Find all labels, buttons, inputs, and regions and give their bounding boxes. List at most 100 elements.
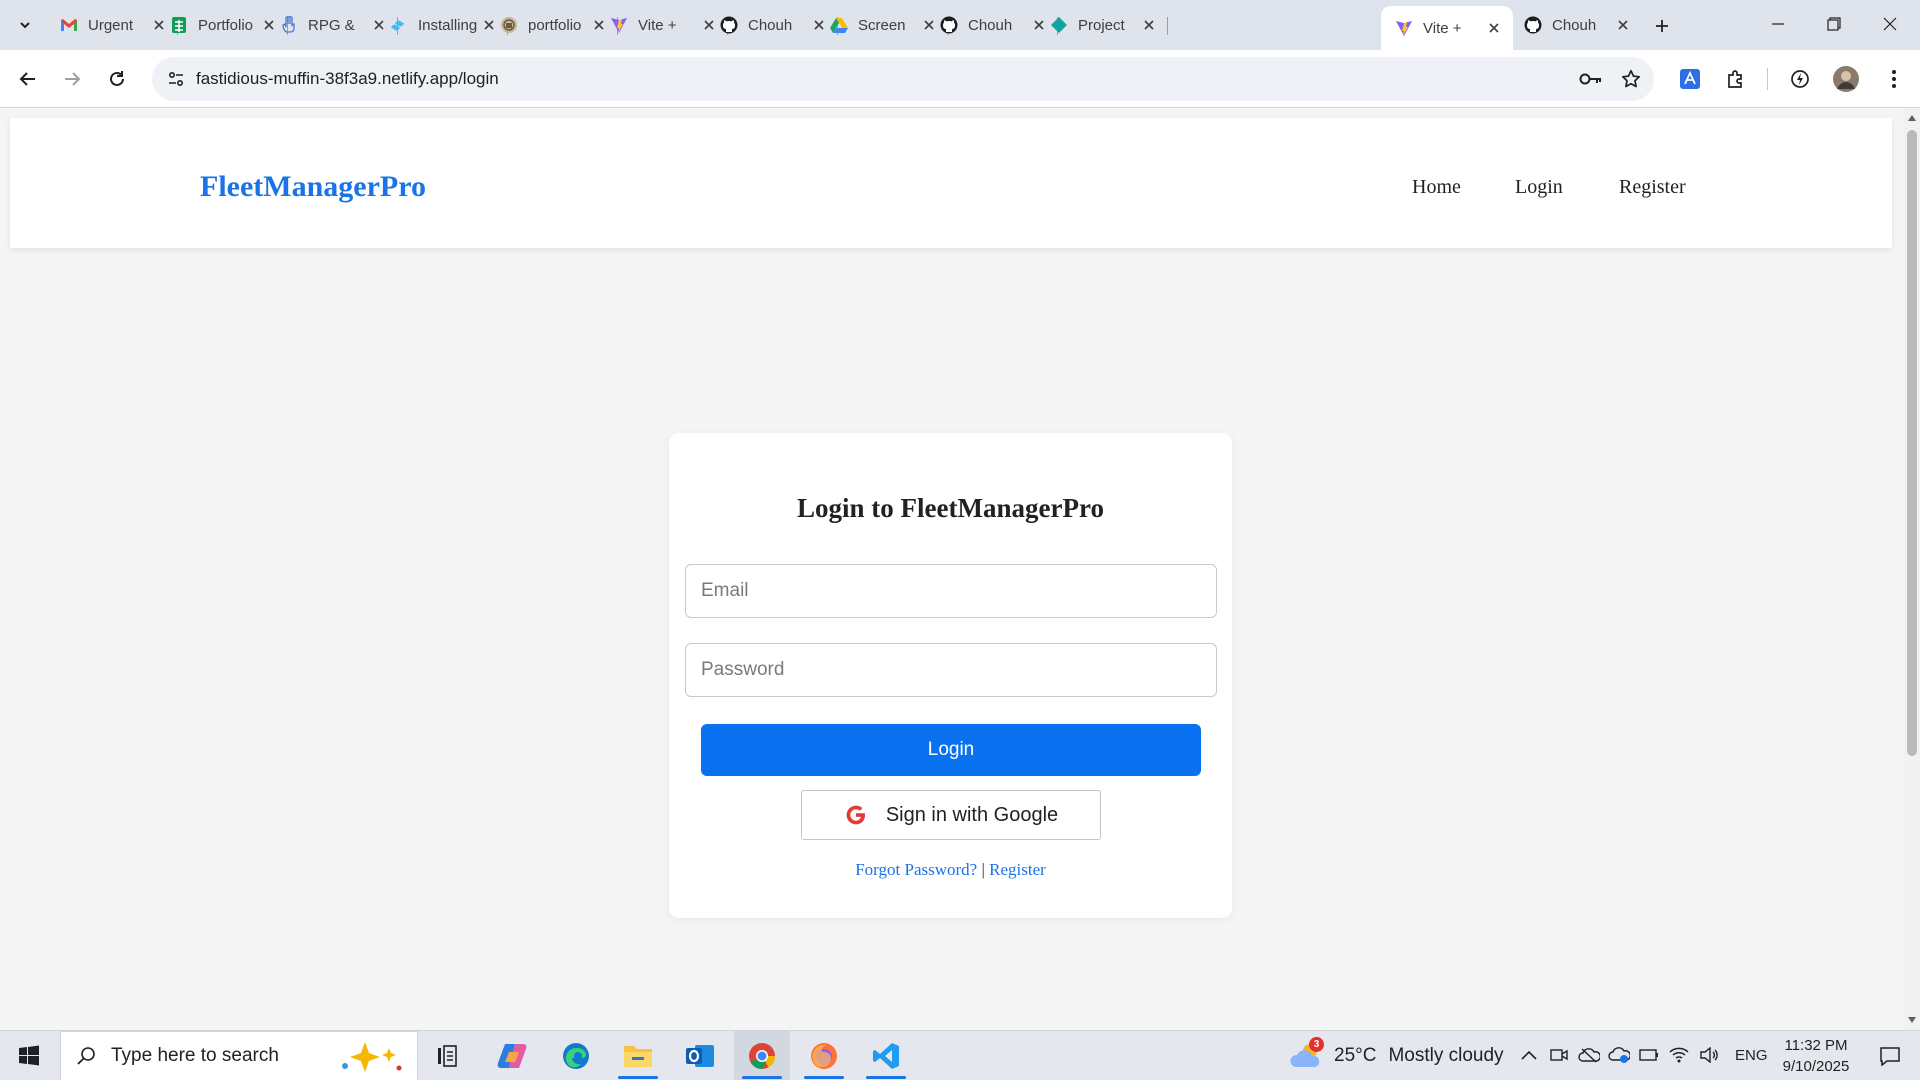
weather-condition: Mostly cloudy — [1388, 1045, 1504, 1066]
taskbar-vscode[interactable] — [858, 1031, 914, 1080]
address-bar[interactable]: fastidious-muffin-38f3a9.netlify.app/log… — [152, 57, 1654, 101]
wifi-icon[interactable] — [1668, 1044, 1690, 1066]
google-signin-button[interactable]: Sign in with Google — [801, 790, 1101, 840]
chrome-icon — [749, 1043, 776, 1070]
battery-icon[interactable] — [1638, 1044, 1660, 1066]
password-field[interactable] — [685, 643, 1217, 697]
close-icon — [1883, 17, 1897, 31]
speaker-icon[interactable] — [1698, 1044, 1720, 1066]
google-icon — [844, 803, 868, 827]
tab-title: RPG & — [308, 16, 355, 34]
login-title: Login to FleetManagerPro — [797, 493, 1104, 523]
forgot-password-link[interactable]: Forgot Password? — [855, 860, 977, 879]
minimize-icon — [1772, 23, 1784, 25]
close-icon[interactable] — [1140, 16, 1158, 34]
close-window-button[interactable] — [1862, 0, 1918, 48]
tab-9[interactable]: Project — [1036, 6, 1168, 44]
scroll-up-arrow-icon[interactable] — [1907, 113, 1917, 123]
minimize-button[interactable] — [1750, 0, 1806, 48]
login-button[interactable]: Login — [701, 724, 1201, 776]
new-tab-button[interactable] — [1648, 12, 1676, 40]
scrollbar-thumb[interactable] — [1907, 130, 1917, 756]
email-field[interactable] — [685, 564, 1217, 618]
copilot-icon — [497, 1044, 527, 1068]
page-viewport: FleetManagerPro Home Login Register Logi… — [0, 108, 1904, 1030]
taskbar-chrome[interactable] — [734, 1031, 790, 1080]
chevron-down-icon — [20, 22, 30, 29]
menu-button[interactable] — [1876, 61, 1912, 97]
github-icon — [1524, 16, 1542, 34]
tab-11[interactable]: Chouh — [1510, 6, 1642, 44]
profile-button[interactable] — [1828, 61, 1864, 97]
extensions-button[interactable] — [1718, 61, 1754, 97]
arrow-left-icon — [19, 72, 35, 86]
nav-register-link[interactable]: Register — [1619, 176, 1686, 199]
sheets-icon — [170, 16, 188, 34]
windows-logo-icon — [19, 1045, 39, 1066]
tab-title: Vite + — [1423, 19, 1462, 37]
input-language[interactable]: ENG — [1735, 1047, 1768, 1064]
gmail-icon — [60, 16, 78, 34]
performance-button[interactable] — [1782, 61, 1818, 97]
page-scrollbar[interactable] — [1904, 108, 1920, 1030]
notification-center-button[interactable] — [1862, 1031, 1918, 1080]
onedrive-sync-icon[interactable] — [1608, 1044, 1630, 1066]
onedrive-icon[interactable] — [1578, 1044, 1600, 1066]
vite-icon — [610, 16, 628, 34]
firefox-icon — [811, 1043, 837, 1069]
tray-overflow-chevron-up-icon[interactable] — [1518, 1044, 1540, 1066]
windows-taskbar: Type here to search 3 25°C Mostly cloudy — [0, 1030, 1920, 1080]
restore-icon — [1827, 17, 1841, 31]
site-brand-logo[interactable]: FleetManagerPro — [200, 170, 426, 204]
taskbar-outlook[interactable] — [672, 1031, 728, 1080]
restore-button[interactable] — [1806, 0, 1862, 48]
extension-translate-button[interactable] — [1672, 61, 1708, 97]
tailwind-icon — [390, 16, 408, 34]
drive-icon — [830, 16, 848, 34]
taskbar-weather[interactable]: 3 25°C Mostly cloudy — [1290, 1031, 1504, 1080]
close-icon[interactable] — [1485, 19, 1503, 37]
tab-title: Project — [1078, 16, 1125, 34]
taskbar-search-placeholder: Type here to search — [111, 1045, 279, 1066]
vscode-icon — [873, 1043, 899, 1069]
tab-title: Vite + — [638, 16, 677, 34]
kebab-menu-icon — [1892, 70, 1896, 88]
tab-title: Chouh — [748, 16, 793, 34]
diamond-icon — [1050, 16, 1068, 34]
scroll-down-arrow-icon[interactable] — [1907, 1015, 1917, 1025]
folder-icon — [624, 1046, 652, 1067]
bookmark-star-icon[interactable] — [1618, 66, 1644, 92]
task-view-button[interactable] — [420, 1031, 476, 1080]
taskbar-clock[interactable]: 11:32 PM 9/10/2025 — [1770, 1035, 1862, 1077]
back-button[interactable] — [10, 61, 46, 97]
meet-now-icon[interactable] — [1548, 1044, 1570, 1066]
vite-icon — [1395, 19, 1413, 37]
clock-time: 11:32 PM — [1784, 1037, 1848, 1054]
site-info-icon[interactable] — [162, 65, 190, 93]
auth-links: Forgot Password? | Register — [669, 860, 1232, 880]
url-text[interactable]: fastidious-muffin-38f3a9.netlify.app/log… — [196, 69, 499, 89]
taskbar-search-box[interactable]: Type here to search — [60, 1031, 418, 1080]
taskbar-firefox[interactable] — [796, 1031, 852, 1080]
password-key-icon[interactable] — [1578, 66, 1604, 92]
taskbar-edge[interactable] — [548, 1031, 604, 1080]
notification-icon — [1880, 1047, 1900, 1066]
close-icon[interactable] — [1614, 16, 1632, 34]
reload-button[interactable] — [99, 61, 135, 97]
register-link[interactable]: Register — [989, 860, 1046, 879]
search-icon — [61, 1031, 111, 1080]
tab-title: Installing — [418, 16, 478, 34]
start-button[interactable] — [0, 1031, 58, 1080]
nav-login-link[interactable]: Login — [1515, 176, 1563, 199]
taskbar-file-explorer[interactable] — [610, 1031, 666, 1080]
tab-title: Urgent — [88, 16, 134, 34]
tab-strip: Urgent Portfolio RPG & Installing portfo… — [0, 0, 1920, 50]
weather-temp: 25°C — [1334, 1045, 1377, 1066]
forward-button[interactable] — [54, 61, 90, 97]
taskbar-copilot[interactable] — [484, 1031, 540, 1080]
tab-10-active[interactable]: Vite + — [1381, 6, 1513, 50]
nav-home-link[interactable]: Home — [1412, 176, 1461, 199]
tab-search-button[interactable] — [8, 10, 42, 40]
clock-date: 9/10/2025 — [1782, 1058, 1850, 1075]
puzzle-icon — [1728, 70, 1742, 88]
